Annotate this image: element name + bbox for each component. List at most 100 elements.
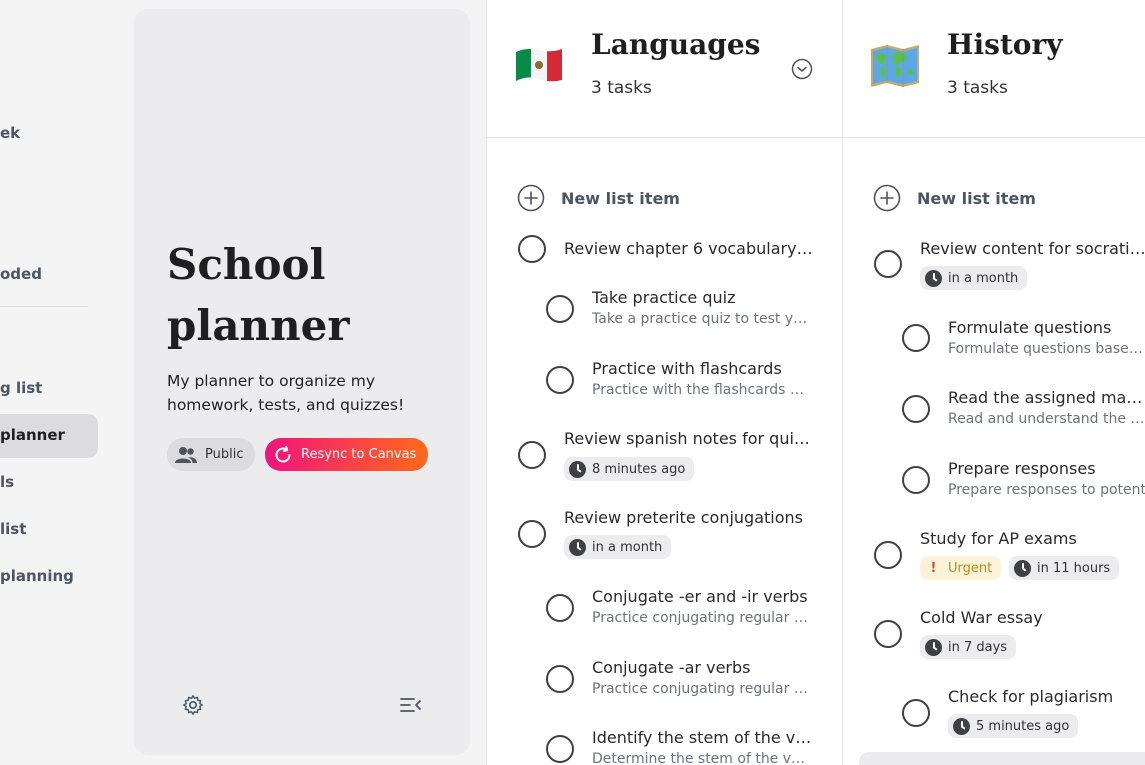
- sidebar-item-overloaded[interactable]: oded: [0, 265, 42, 283]
- scroll-area-edge: [859, 752, 1145, 765]
- column-header: History 3 tasks: [843, 0, 1145, 138]
- exclamation-icon: !: [930, 560, 937, 576]
- due-date-label: 8 minutes ago: [592, 461, 686, 477]
- clock-icon: [953, 717, 970, 735]
- due-date-badge[interactable]: 8 minutes ago: [564, 457, 695, 481]
- new-list-item-button[interactable]: New list item: [873, 184, 1036, 212]
- new-list-item-label: New list item: [917, 188, 1036, 208]
- task-description: Take a practice quiz to test yo…: [592, 311, 812, 327]
- sidebar-item-week[interactable]: ek: [0, 124, 20, 142]
- task-title[interactable]: Cold War essay: [920, 608, 1145, 627]
- task-checkbox[interactable]: [874, 541, 902, 569]
- task-checkbox[interactable]: [546, 295, 574, 323]
- people-icon: [175, 446, 197, 463]
- due-date-label: in 11 hours: [1037, 560, 1111, 576]
- task-checkbox[interactable]: [902, 466, 930, 494]
- urgent-badge[interactable]: ! Urgent: [920, 556, 1002, 580]
- new-list-item-label: New list item: [561, 188, 680, 208]
- task-checkbox[interactable]: [902, 699, 930, 727]
- column-header: Languages 3 tasks: [487, 0, 843, 138]
- task-checkbox[interactable]: [546, 594, 574, 622]
- new-list-item-button[interactable]: New list item: [517, 184, 680, 212]
- due-date-label: in 7 days: [948, 639, 1008, 655]
- resync-canvas-button[interactable]: Resync to Canvas: [265, 438, 428, 471]
- resync-label: Resync to Canvas: [301, 447, 417, 462]
- task-title[interactable]: Practice with flashcards: [592, 359, 812, 378]
- task-checkbox[interactable]: [518, 520, 546, 548]
- task-checkbox[interactable]: [546, 665, 574, 693]
- sidebar-item-shopping-list[interactable]: g list: [0, 379, 42, 397]
- task-title[interactable]: Prepare responses: [948, 459, 1145, 478]
- task-title[interactable]: Take practice quiz: [592, 288, 812, 307]
- visibility-button[interactable]: Public: [167, 438, 256, 471]
- clock-icon: [925, 638, 942, 656]
- sidebar-item-todo-list[interactable]: list: [0, 520, 26, 538]
- due-date-badge[interactable]: 5 minutes ago: [948, 714, 1079, 738]
- planner-info-card: School planner My planner to organize my…: [134, 9, 470, 755]
- due-date-label: in a month: [948, 270, 1019, 286]
- clock-icon: [569, 538, 586, 556]
- task-title[interactable]: Review chapter 6 vocabulary (…: [564, 239, 816, 258]
- task-description: Formulate questions based c: [948, 341, 1145, 357]
- due-date-label: in a month: [592, 539, 663, 555]
- settings-button[interactable]: [180, 692, 206, 718]
- plus-circle-icon: [873, 184, 901, 212]
- task-count: 3 tasks: [591, 78, 652, 98]
- clock-icon: [925, 269, 942, 287]
- task-title[interactable]: Conjugate -er and -ir verbs: [592, 587, 812, 606]
- plus-circle-icon: [517, 184, 545, 212]
- column-title: Languages: [591, 28, 761, 61]
- task-title[interactable]: Formulate questions: [948, 318, 1145, 337]
- task-title[interactable]: Review preterite conjugations: [564, 508, 816, 527]
- sidebar-item-goals[interactable]: ls: [0, 473, 14, 491]
- task-checkbox[interactable]: [874, 250, 902, 278]
- task-title[interactable]: Read the assigned materi: [948, 388, 1145, 407]
- chevron-down-icon[interactable]: [791, 58, 813, 80]
- task-description: Read and understand the ass: [948, 411, 1145, 427]
- task-title[interactable]: Study for AP exams: [920, 529, 1145, 548]
- clock-icon: [569, 460, 586, 478]
- list-column-languages: Languages 3 tasks New list item Review c…: [486, 0, 843, 765]
- clock-icon: [1014, 559, 1031, 577]
- planner-title: School planner: [167, 240, 350, 350]
- task-checkbox[interactable]: [546, 735, 574, 763]
- sidebar-item-planning[interactable]: planning: [0, 567, 74, 585]
- planner-description: My planner to organize my homework, test…: [167, 372, 405, 414]
- collapse-menu-icon: [400, 698, 421, 712]
- mexico-flag-icon: [516, 48, 562, 82]
- task-description: Practice with the flashcards u…: [592, 382, 812, 398]
- task-title[interactable]: Identify the stem of the ve…: [592, 728, 812, 747]
- task-title[interactable]: Review content for socratic s: [920, 239, 1145, 258]
- task-description: Prepare responses to potent: [948, 482, 1145, 498]
- app-window: ek oded g list planner ls list planning …: [0, 0, 1145, 765]
- column-title: History: [947, 28, 1063, 61]
- due-date-label: 5 minutes ago: [976, 718, 1070, 734]
- task-checkbox[interactable]: [874, 620, 902, 648]
- task-title[interactable]: Check for plagiarism: [948, 687, 1145, 706]
- task-checkbox[interactable]: [902, 395, 930, 423]
- due-date-badge[interactable]: in 7 days: [920, 635, 1017, 659]
- urgent-label: Urgent: [948, 560, 993, 576]
- task-description: Determine the stem of the ver…: [592, 751, 812, 765]
- task-count: 3 tasks: [947, 78, 1008, 98]
- due-date-badge[interactable]: in a month: [920, 266, 1028, 290]
- task-checkbox[interactable]: [518, 441, 546, 469]
- task-description: Practice conjugating regular -…: [592, 610, 812, 626]
- task-description: Practice conjugating regular -…: [592, 681, 812, 697]
- sidebar: ek oded g list planner ls list planning: [0, 0, 124, 765]
- task-checkbox[interactable]: [902, 324, 930, 352]
- sidebar-item-school-planner[interactable]: planner: [0, 426, 65, 444]
- task-title[interactable]: Review spanish notes for quiz …: [564, 429, 816, 448]
- world-map-icon: [871, 45, 919, 87]
- due-date-badge[interactable]: in 11 hours: [1009, 556, 1120, 580]
- list-column-history: History 3 tasks New list item Review con…: [842, 0, 1145, 765]
- collapse-panel-button[interactable]: [398, 692, 424, 718]
- gear-icon: [183, 695, 203, 715]
- task-checkbox[interactable]: [546, 366, 574, 394]
- sidebar-divider: [0, 306, 88, 307]
- refresh-icon: [275, 445, 291, 462]
- task-checkbox[interactable]: [518, 235, 546, 263]
- visibility-label: Public: [205, 447, 244, 462]
- task-title[interactable]: Conjugate -ar verbs: [592, 658, 812, 677]
- due-date-badge[interactable]: in a month: [564, 535, 672, 559]
